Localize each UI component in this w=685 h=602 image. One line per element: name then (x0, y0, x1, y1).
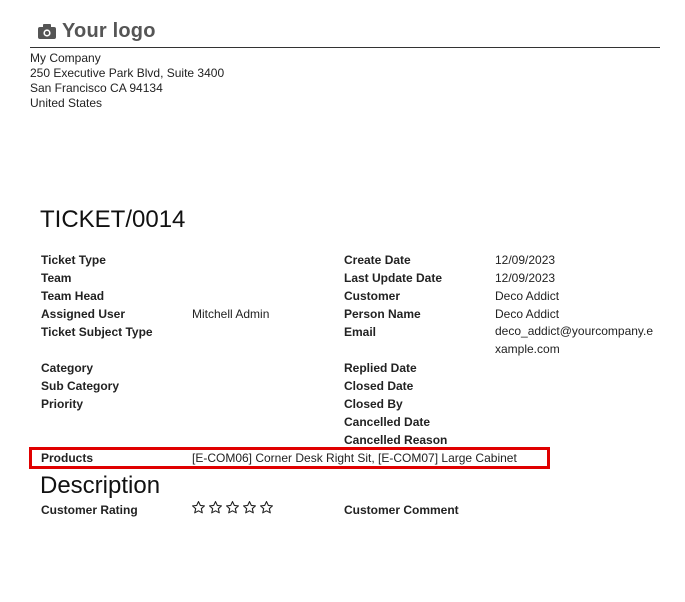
cancelled-reason-label: Cancelled Reason (344, 433, 448, 447)
assigned-user-value: Mitchell Admin (192, 307, 270, 321)
create-date-value: 12/09/2023 (495, 253, 556, 267)
priority-label: Priority (41, 397, 84, 411)
customer-label: Customer (344, 289, 401, 303)
star-empty-icon (260, 501, 273, 514)
customer-rating-stars (191, 500, 274, 515)
ticket-subject-type-label: Ticket Subject Type (41, 325, 153, 339)
ticket-type-label: Ticket Type (41, 253, 106, 267)
sub-category-label: Sub Category (41, 379, 120, 393)
products-label: Products (41, 451, 94, 465)
star-empty-icon (192, 501, 205, 514)
customer-value: Deco Addict (495, 289, 560, 303)
last-update-date-label: Last Update Date (344, 271, 443, 285)
team-head-label: Team Head (41, 289, 105, 303)
star-empty-icon (209, 501, 222, 514)
last-update-date-value: 12/09/2023 (495, 271, 556, 285)
closed-date-label: Closed Date (344, 379, 414, 393)
person-name-value: Deco Addict (495, 307, 560, 321)
ticket-fields: Ticket Type Team Team Head Assigned User… (0, 0, 685, 602)
team-label: Team (41, 271, 72, 285)
customer-rating-label: Customer Rating (41, 503, 138, 517)
replied-date-label: Replied Date (344, 361, 417, 375)
products-value: [E-COM06] Corner Desk Right Sit, [E-COM0… (192, 451, 517, 465)
star-empty-icon (226, 501, 239, 514)
customer-comment-label: Customer Comment (344, 503, 459, 517)
email-label: Email (344, 325, 377, 339)
star-empty-icon (243, 501, 256, 514)
create-date-label: Create Date (344, 253, 411, 267)
category-label: Category (41, 361, 94, 375)
email-value: deco_addict@yourcompany.example.com (495, 324, 654, 356)
person-name-label: Person Name (344, 307, 421, 321)
description-title: Description (40, 472, 161, 499)
assigned-user-label: Assigned User (41, 307, 126, 321)
closed-by-label: Closed By (344, 397, 403, 411)
cancelled-date-label: Cancelled Date (344, 415, 431, 429)
